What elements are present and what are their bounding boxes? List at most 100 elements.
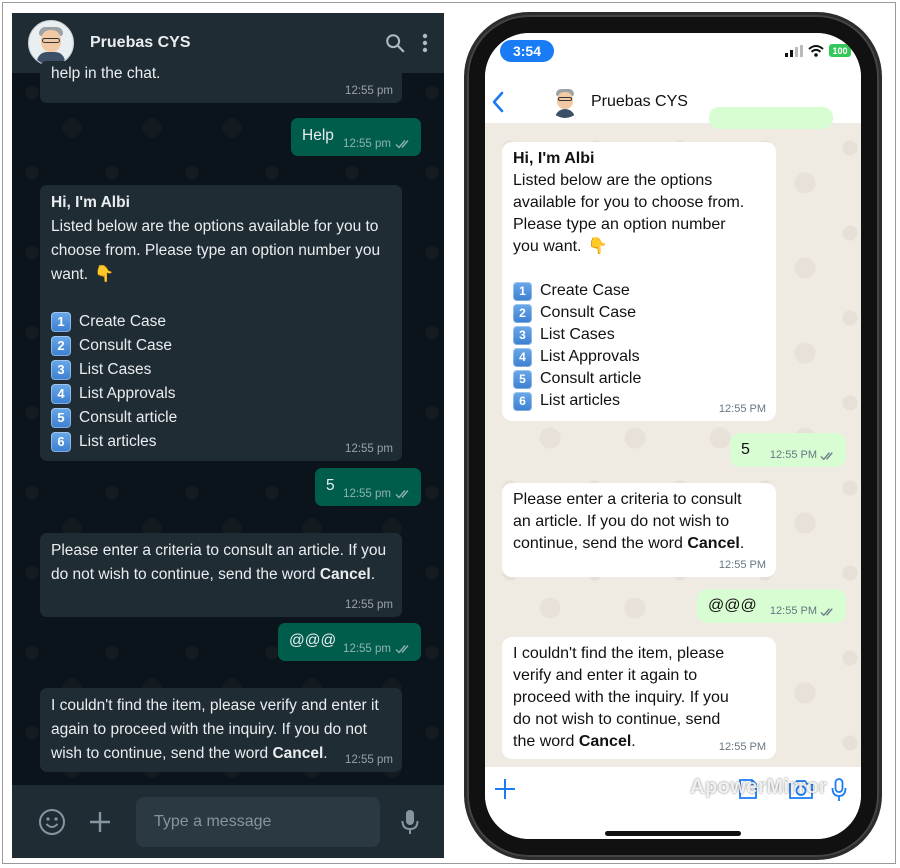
message-outgoing-partial — [709, 107, 833, 129]
message-incoming: help in the chat. 12:55 pm — [40, 61, 402, 103]
keycap-6-icon: 6 — [513, 391, 532, 411]
message-time: 12:55 PM — [718, 403, 766, 415]
option-label: Consult article — [540, 370, 642, 387]
signal-icon — [785, 44, 803, 57]
message-options-menu: Hi, I'm Albi Listed below are the option… — [40, 185, 402, 461]
double-check-icon — [395, 489, 412, 499]
plus-icon[interactable] — [493, 777, 517, 801]
option-item: 3 List Cases — [51, 358, 392, 382]
contact-name[interactable]: Pruebas CYS — [591, 93, 688, 111]
pointing-down-icon: 👇 — [94, 266, 114, 283]
message-time: 12:55 PM — [769, 605, 817, 617]
double-check-icon — [820, 451, 836, 461]
status-time: 3:54 — [500, 40, 554, 62]
message-line: I couldn't find the item, please — [513, 645, 725, 662]
keycap-3-icon: 3 — [513, 325, 532, 345]
message-punct: . — [323, 745, 328, 762]
message-incoming: Please enter a criteria to consult an ar… — [40, 533, 402, 617]
message-time: 12:55 pm — [345, 85, 393, 97]
back-chevron-icon[interactable] — [491, 91, 505, 113]
avatar[interactable] — [28, 20, 74, 66]
message-punct: . — [739, 535, 745, 552]
whatsapp-web-dark: Pruebas CYS help in the chat. 12:55 pm H… — [12, 13, 444, 858]
mic-icon[interactable] — [400, 808, 420, 836]
message-line: continue, send the word — [513, 535, 683, 552]
pointing-down-icon: 👇 — [587, 238, 608, 255]
option-label: List articles — [540, 392, 621, 409]
option-item: 4 List Approvals — [513, 346, 766, 368]
message-line: Listed below are the options available f… — [51, 218, 379, 235]
message-text: @@@ — [708, 597, 757, 614]
composer-bar: Type a message — [12, 785, 444, 858]
battery-indicator: 100 — [829, 44, 851, 57]
watermark-text: ApowerMirror — [690, 776, 828, 798]
menu-icon[interactable] — [422, 33, 428, 53]
message-outgoing: 5 12:55 pm — [315, 468, 421, 506]
message-line: Please type an option number — [513, 216, 726, 233]
double-check-icon — [820, 607, 836, 617]
home-indicator[interactable] — [605, 831, 741, 836]
message-list[interactable]: Hi, I'm Albi Listed below are the option… — [485, 107, 861, 767]
option-item: 2 Consult Case — [513, 302, 766, 324]
message-outgoing: 5 12:55 PM — [730, 433, 846, 467]
message-list[interactable]: help in the chat. 12:55 pm Help 12:55 pm… — [12, 61, 444, 785]
message-line: Please enter a criteria to consult an ar… — [51, 542, 387, 559]
double-check-icon — [395, 139, 412, 149]
keycap-5-icon: 5 — [513, 369, 532, 389]
message-punct: . — [631, 733, 636, 750]
keycap-2-icon: 2 — [51, 336, 71, 356]
message-incoming: Please enter a criteria to consult an ar… — [502, 483, 776, 577]
option-label: Consult Case — [540, 304, 637, 321]
message-line: you want. — [513, 238, 582, 255]
search-icon[interactable] — [384, 32, 406, 54]
keycap-5-icon: 5 — [51, 408, 71, 428]
mic-icon[interactable] — [831, 777, 847, 803]
message-line: choose from. Please type an option numbe… — [51, 242, 381, 259]
message-outgoing: @@@ 12:55 PM — [697, 589, 846, 623]
emoji-icon[interactable] — [38, 808, 66, 836]
option-label: List Cases — [540, 326, 615, 343]
option-item: 6 List articles — [51, 430, 392, 454]
option-label: List articles — [79, 433, 157, 450]
message-line: an article. If you do not wish to — [513, 513, 730, 530]
greeting-text: Hi, I'm Albi — [513, 150, 595, 167]
plus-icon[interactable] — [88, 810, 112, 834]
option-item: 1 Create Case — [513, 280, 766, 302]
message-line: the word — [513, 733, 575, 750]
message-line: Please enter a criteria to consult — [513, 491, 742, 508]
cancel-keyword: Cancel — [272, 745, 324, 762]
option-item: 1 Create Case — [51, 310, 392, 334]
message-line: proceed with the inquiry. If you — [513, 689, 729, 706]
option-label: Create Case — [79, 313, 167, 330]
message-line: I couldn't find the item, please verify … — [51, 697, 379, 714]
message-incoming: I couldn't find the item, please verify … — [40, 688, 402, 772]
status-bar: 3:54 100 — [485, 33, 861, 81]
message-outgoing: Help 12:55 pm — [291, 118, 421, 156]
message-text: @@@ — [289, 632, 337, 649]
greeting-text: Hi, I'm Albi — [51, 194, 130, 211]
contact-name[interactable]: Pruebas CYS — [90, 34, 190, 52]
keycap-4-icon: 4 — [51, 384, 71, 404]
message-time: 12:55 pm — [345, 599, 393, 611]
keycap-3-icon: 3 — [51, 360, 71, 380]
iphone-screen: 3:54 100 Pruebas CYS Hi, I'm Albi Listed… — [485, 33, 861, 839]
keycap-2-icon: 2 — [513, 303, 532, 323]
wifi-icon — [808, 44, 824, 57]
message-line: do not wish to continue, send — [513, 711, 721, 728]
option-item: 3 List Cases — [513, 324, 766, 346]
avatar[interactable] — [549, 86, 581, 118]
message-time: 12:55 pm — [343, 488, 391, 500]
option-item: 4 List Approvals — [51, 382, 392, 406]
option-label: List Cases — [79, 361, 152, 378]
message-line: do not wish to continue, send the word — [51, 566, 316, 583]
message-options-menu: Hi, I'm Albi Listed below are the option… — [502, 142, 776, 421]
message-text: Help — [302, 127, 334, 144]
cancel-keyword: Cancel — [687, 535, 740, 552]
message-time: 12:55 PM — [718, 741, 766, 753]
keycap-1-icon: 1 — [513, 281, 532, 301]
message-text: 5 — [326, 477, 335, 494]
message-line: want. — [51, 266, 89, 283]
option-item: 2 Consult Case — [51, 334, 392, 358]
double-check-icon — [395, 644, 412, 654]
message-input[interactable]: Type a message — [136, 796, 380, 847]
